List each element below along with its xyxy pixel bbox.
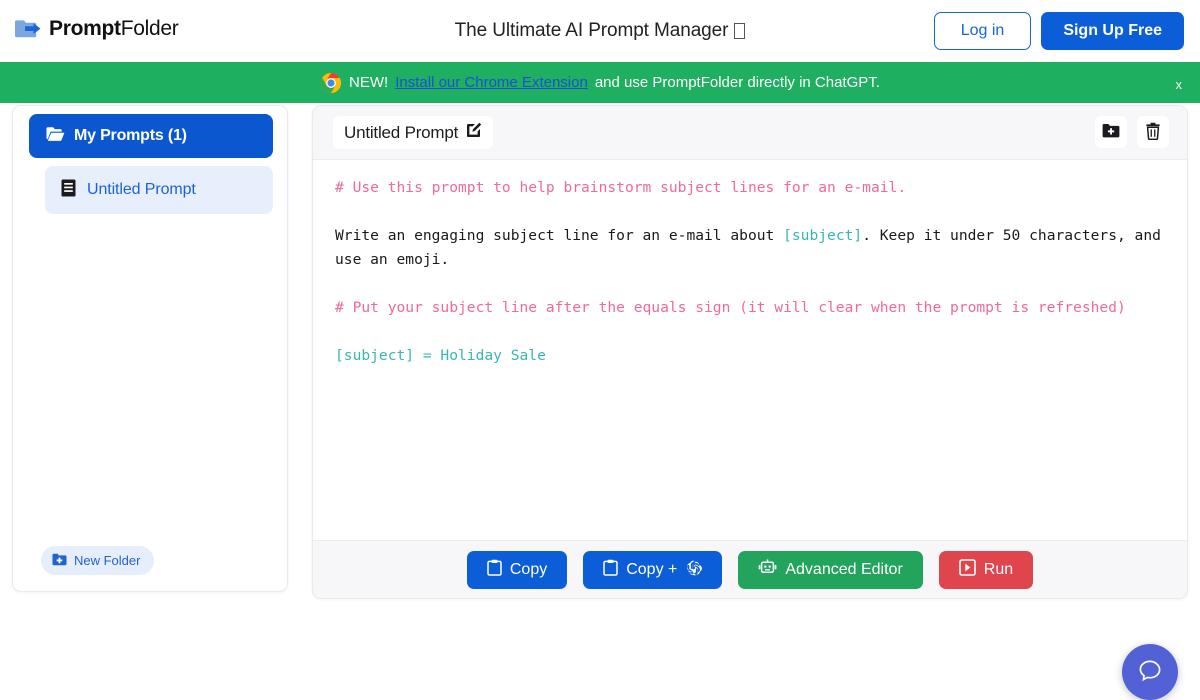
prompt-card: Untitled Prompt # Use this prompt to hel… [312, 105, 1188, 599]
new-folder-button[interactable]: New Folder [41, 546, 155, 575]
clipboard-icon [487, 559, 502, 581]
app-header: PromptFolder The Ultimate AI Prompt Mana… [0, 0, 1200, 62]
prompt-segment: [subject] [783, 227, 863, 244]
prompt-line: [subject] = Holiday Sale [335, 344, 1165, 368]
sidebar-folder-my-prompts[interactable]: My Prompts (1) [29, 114, 273, 158]
trash-icon [1145, 122, 1161, 143]
prompt-editor[interactable]: # Use this prompt to help brainstorm sub… [313, 159, 1187, 540]
folder-plus-icon [1102, 123, 1120, 142]
prompt-action-bar: Copy Copy + Advanced Editor Run [313, 540, 1187, 598]
prompt-segment: # Use this prompt to help brainstorm sub… [335, 179, 907, 196]
prompt-segment: Write an engaging subject line for an e-… [335, 227, 784, 244]
sidebar-panel: My Prompts (1) Untitled Prompt New Folde… [12, 105, 288, 592]
sidebar-folder-label: My Prompts (1) [74, 127, 187, 144]
banner-close-button[interactable]: x [1172, 75, 1187, 94]
add-to-folder-button[interactable] [1095, 116, 1127, 148]
chrome-icon [320, 72, 342, 94]
chrome-extension-link[interactable]: Install our Chrome Extension [395, 74, 588, 91]
prompt-segment: # Put your subject line after the equals… [335, 299, 1126, 316]
pencil-square-icon[interactable] [466, 122, 482, 143]
chat-bubble-icon [1137, 658, 1163, 687]
prompt-segment: [subject] = Holiday Sale [335, 347, 546, 364]
logo-text-light: Folder [120, 17, 179, 40]
tagline-text: The Ultimate AI Prompt Manager [454, 20, 729, 41]
copy-button[interactable]: Copy [466, 550, 568, 589]
folder-arrow-icon [14, 18, 42, 40]
advanced-editor-button[interactable]: Advanced Editor [738, 550, 923, 589]
copy-to-chatgpt-button[interactable]: Copy + [583, 550, 723, 589]
document-icon [61, 179, 76, 202]
prompt-line: # Put your subject line after the equals… [335, 296, 1165, 320]
delete-prompt-button[interactable] [1137, 116, 1169, 148]
logo-text-bold: Prompt [49, 17, 121, 40]
prompt-content: # Use this prompt to help brainstorm sub… [335, 176, 1165, 368]
copy-button-label: Copy [509, 560, 548, 578]
play-box-icon [958, 558, 976, 581]
prompt-line [335, 320, 1165, 344]
banner-prefix: NEW! [349, 74, 389, 91]
prompt-card-header: Untitled Prompt [313, 106, 1187, 159]
prompt-title-chip[interactable]: Untitled Prompt [333, 116, 494, 149]
page-title: Untitled Prompt [344, 122, 459, 142]
new-folder-label: New Folder [74, 553, 141, 568]
robot-icon [758, 559, 777, 580]
promo-banner: NEW! Install our Chrome Extension and us… [0, 62, 1200, 103]
sidebar-item-label: Untitled Prompt [87, 181, 196, 198]
clipboard-icon [603, 559, 618, 581]
login-button[interactable]: Log in [933, 12, 1032, 50]
banner-suffix: and use PromptFolder directly in ChatGPT… [594, 74, 880, 91]
signup-button[interactable]: Sign Up Free [1041, 12, 1184, 50]
openai-logo-icon [685, 559, 703, 581]
missing-glyph-box-icon [734, 23, 746, 39]
copy-to-chatgpt-label: Copy + [626, 560, 678, 578]
prompt-line [335, 272, 1165, 296]
page-body: My Prompts (1) Untitled Prompt New Folde… [0, 103, 1200, 700]
logo-wordmark: PromptFolder [49, 17, 179, 41]
advanced-editor-label: Advanced Editor [785, 560, 903, 578]
run-button-label: Run [983, 560, 1014, 578]
prompt-line [335, 200, 1165, 224]
prompt-line: # Use this prompt to help brainstorm sub… [335, 176, 1165, 200]
prompt-line: Write an engaging subject line for an e-… [335, 224, 1165, 272]
prompt-card-actions [1095, 116, 1169, 148]
open-folder-icon [46, 126, 65, 147]
sidebar-item-untitled-prompt[interactable]: Untitled Prompt [45, 166, 273, 214]
promo-banner-content: NEW! Install our Chrome Extension and us… [320, 72, 880, 94]
auth-buttons: Log in Sign Up Free [933, 12, 1184, 50]
folder-plus-icon [52, 553, 67, 569]
run-button[interactable]: Run [938, 550, 1034, 589]
app-logo[interactable]: PromptFolder [14, 17, 179, 41]
help-widget-button[interactable] [1122, 644, 1178, 700]
